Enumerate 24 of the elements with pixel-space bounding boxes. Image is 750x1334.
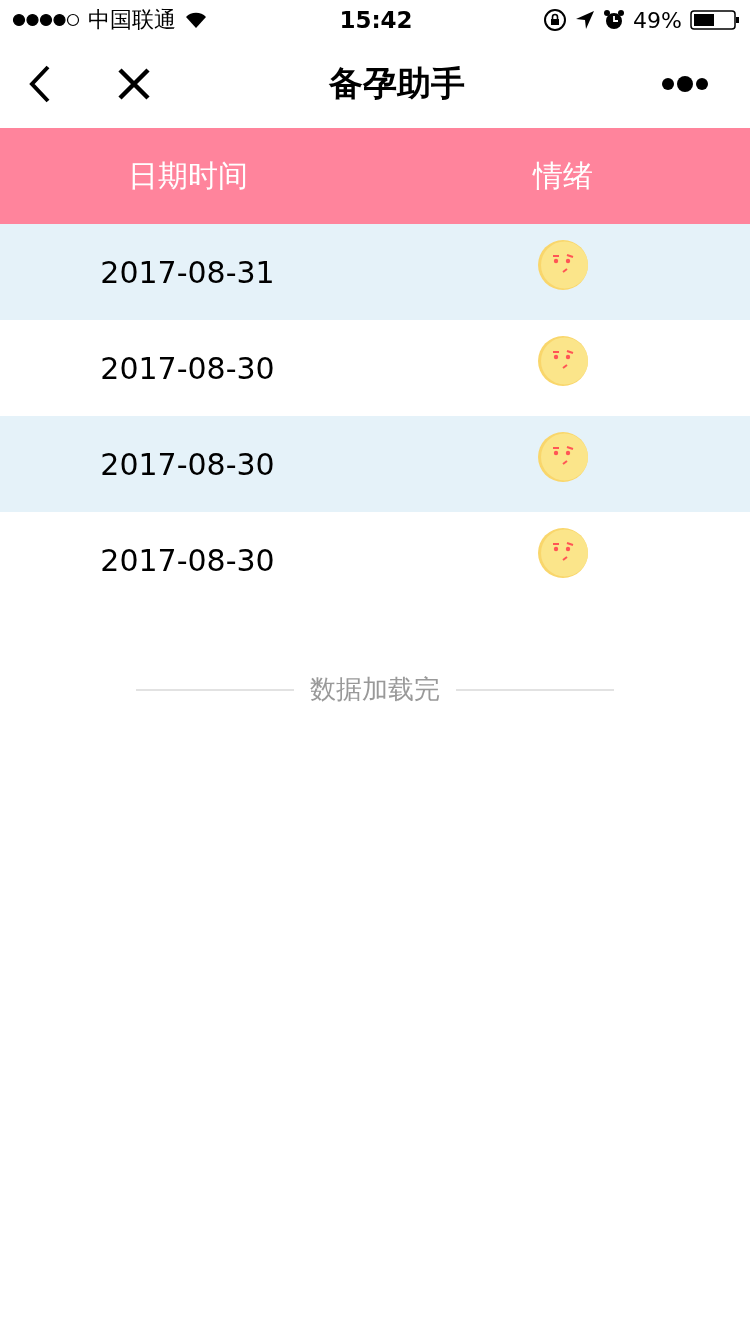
alarm-icon bbox=[603, 9, 626, 31]
battery-percent: 49% bbox=[633, 7, 682, 33]
more-icon bbox=[661, 76, 709, 92]
clock-time: 15:42 bbox=[339, 7, 413, 33]
wifi-icon bbox=[184, 11, 208, 29]
rotation-lock-icon bbox=[543, 8, 568, 32]
column-header: 情绪 bbox=[532, 156, 593, 195]
emoji-face-icon bbox=[536, 527, 589, 579]
emoji-face-icon bbox=[536, 239, 589, 291]
date-cell: 2017-08-30 bbox=[100, 446, 275, 482]
date-cell: 2017-08-30 bbox=[100, 350, 275, 386]
emoji-face-icon bbox=[536, 335, 589, 387]
date-cell: 2017-08-31 bbox=[100, 254, 275, 290]
carrier-name: 中国联通 bbox=[88, 6, 176, 34]
signal-icon bbox=[12, 13, 80, 27]
emoji-face-icon bbox=[536, 431, 589, 483]
column-header: 日期时间 bbox=[127, 156, 248, 195]
load-complete-text: 数据加载完 bbox=[310, 673, 440, 706]
battery-icon bbox=[690, 9, 740, 31]
date-cell: 2017-08-30 bbox=[100, 542, 275, 578]
back-icon bbox=[28, 65, 52, 103]
close-icon bbox=[117, 67, 151, 101]
location-arrow-icon bbox=[575, 10, 596, 30]
page-title: 备孕助手 bbox=[328, 62, 466, 105]
